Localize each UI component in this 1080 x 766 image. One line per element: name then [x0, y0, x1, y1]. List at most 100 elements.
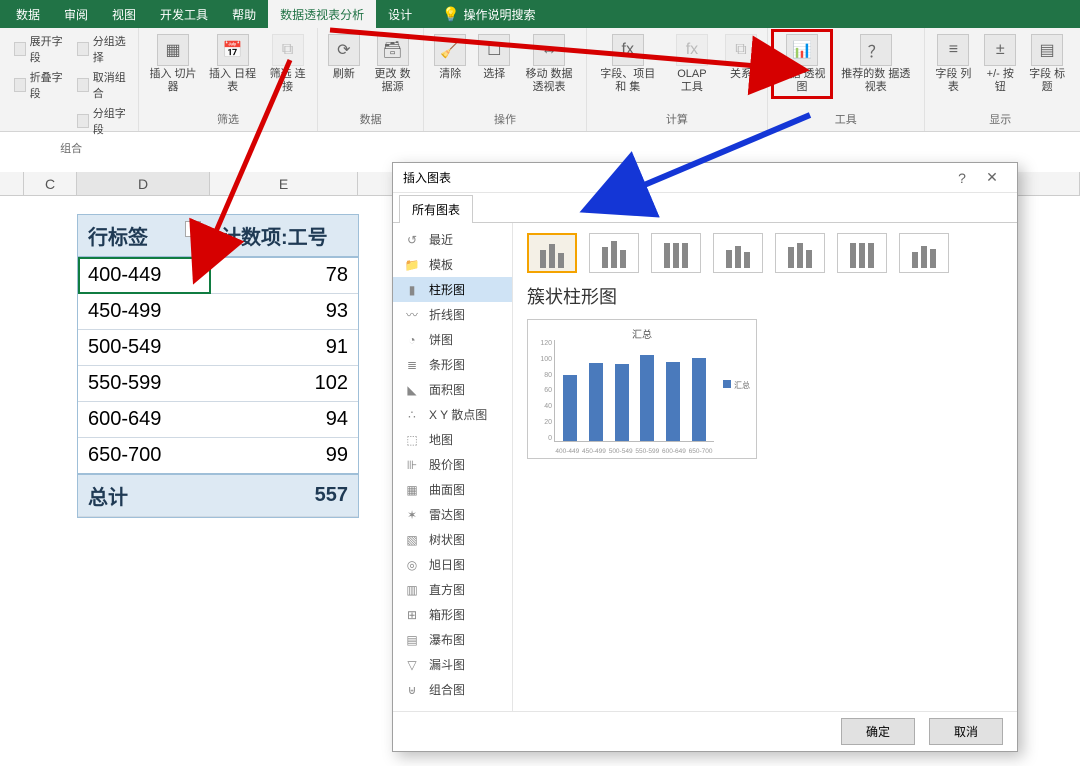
filter-connections-button: ⧉筛选 连接: [264, 32, 311, 96]
group-actions: 🧹清除 ☐选择 ↔移动 数据透视表 操作: [424, 28, 586, 131]
col-header-e[interactable]: E: [210, 172, 358, 195]
group-tools: 📊数据 透视图 ？推荐的数 据透视表 工具: [768, 28, 925, 131]
plus-minus-button[interactable]: ±+/- 按钮: [980, 32, 1020, 96]
subtype-title: 簇状柱形图: [527, 283, 1003, 309]
pivot-table[interactable]: 行标签 ▾ 计数项:工号 400-44978450-49993500-54991…: [77, 214, 359, 518]
pivot-row[interactable]: 550-599102: [78, 366, 358, 402]
chart-type-item[interactable]: ◣面积图: [393, 377, 512, 402]
dialog-help-button[interactable]: ?: [947, 170, 977, 186]
chart-type-icon: ◔: [403, 333, 421, 347]
chart-type-item[interactable]: ⊪股价图: [393, 452, 512, 477]
pivot-chart-button[interactable]: 📊数据 透视图: [774, 32, 830, 96]
chart-type-item[interactable]: ▤瀑布图: [393, 627, 512, 652]
chart-type-item[interactable]: ✶雷达图: [393, 502, 512, 527]
slicer-icon: ▦: [157, 34, 189, 66]
fields-items-sets-button[interactable]: fx字段、项目和 集: [593, 32, 663, 96]
row-label-dropdown[interactable]: ▾: [185, 221, 201, 237]
chart-type-item[interactable]: 📁模板: [393, 252, 512, 277]
subtype-3d-100-stacked[interactable]: [837, 233, 887, 273]
chart-type-icon: ▥: [403, 583, 421, 597]
tab-help[interactable]: 帮助: [220, 0, 268, 28]
move-pivot-button[interactable]: ↔移动 数据透视表: [518, 32, 579, 96]
pivot-row[interactable]: 450-49993: [78, 294, 358, 330]
chart-subtype-panel: 簇状柱形图 汇总 120100806040200 400-449450-4995…: [513, 223, 1017, 711]
chart-type-item[interactable]: ◔饼图: [393, 327, 512, 352]
dialog-tab-all[interactable]: 所有图表: [399, 195, 473, 223]
group-label-data: 数据: [324, 109, 417, 131]
group-label-actions: 操作: [430, 109, 579, 131]
expand-icon: [14, 42, 26, 56]
clear-icon: 🧹: [434, 34, 466, 66]
tab-view[interactable]: 视图: [100, 0, 148, 28]
subtype-100-stacked-column[interactable]: [651, 233, 701, 273]
pivot-row[interactable]: 650-70099: [78, 438, 358, 475]
chart-type-item[interactable]: ⊞箱形图: [393, 602, 512, 627]
change-data-source-button[interactable]: 🗃更改 数据源: [368, 32, 417, 96]
select-icon: ☐: [478, 34, 510, 66]
subtype-3d-column[interactable]: [899, 233, 949, 273]
subtype-clustered-column[interactable]: [527, 233, 577, 273]
plus-minus-icon: ±: [984, 34, 1016, 66]
chart-type-item[interactable]: ∴X Y 散点图: [393, 402, 512, 427]
collapse-field-button[interactable]: 折叠字段: [10, 68, 69, 102]
col-header-d[interactable]: D: [77, 172, 210, 195]
subtype-3d-clustered[interactable]: [713, 233, 763, 273]
recommended-pivot-button[interactable]: ？推荐的数 据透视表: [834, 32, 917, 96]
chart-preview[interactable]: 汇总 120100806040200 400-449450-499500-549…: [527, 319, 757, 459]
tab-data[interactable]: 数据: [4, 0, 52, 28]
recommended-icon: ？: [860, 34, 892, 66]
field-list-icon: ≡: [937, 34, 969, 66]
clear-button[interactable]: 🧹清除: [430, 32, 470, 83]
field-headers-button[interactable]: ▤字段 标题: [1024, 32, 1070, 96]
pivot-value-header: 计数项:工号: [211, 215, 358, 257]
pivot-row[interactable]: 400-44978: [78, 257, 358, 294]
ungroup-button[interactable]: 取消组合: [73, 68, 132, 102]
select-button[interactable]: ☐选择: [474, 32, 514, 83]
insert-slicer-button[interactable]: ▦插入 切片器: [145, 32, 201, 96]
chart-type-item[interactable]: ▦曲面图: [393, 477, 512, 502]
cancel-button[interactable]: 取消: [929, 718, 1003, 745]
chart-type-item[interactable]: ⬚地图: [393, 427, 512, 452]
chart-type-item[interactable]: ↺最近: [393, 227, 512, 252]
dialog-close-button[interactable]: ✕: [977, 169, 1007, 186]
data-source-icon: 🗃: [377, 34, 409, 66]
expand-field-button[interactable]: 展开字段: [10, 32, 69, 66]
chart-type-icon: ⊎: [403, 683, 421, 697]
field-headers-icon: ▤: [1031, 34, 1063, 66]
chart-type-icon: 〰: [403, 308, 421, 322]
ok-button[interactable]: 确定: [841, 718, 915, 745]
subtype-3d-stacked[interactable]: [775, 233, 825, 273]
tab-pivottable-analyze[interactable]: 数据透视表分析: [268, 0, 376, 28]
relationships-button: ⧉关系: [721, 32, 761, 83]
chart-type-item[interactable]: ▽漏斗图: [393, 652, 512, 677]
pivot-row[interactable]: 600-64994: [78, 402, 358, 438]
pivot-row-label-header[interactable]: 行标签 ▾: [78, 215, 211, 257]
chart-type-item[interactable]: ▧树状图: [393, 527, 512, 552]
col-header-c[interactable]: C: [24, 172, 77, 195]
field-list-button[interactable]: ≡字段 列表: [931, 32, 977, 96]
tell-me-search[interactable]: 💡 操作说明搜索: [430, 0, 547, 28]
group-show: ≡字段 列表 ±+/- 按钮 ▤字段 标题 显示: [925, 28, 1076, 131]
insert-timeline-button[interactable]: 📅插入 日程表: [205, 32, 261, 96]
group-label-calc: 计算: [593, 109, 761, 131]
subtype-stacked-column[interactable]: [589, 233, 639, 273]
tab-review[interactable]: 审阅: [52, 0, 100, 28]
refresh-button[interactable]: ⟳刷新: [324, 32, 364, 83]
chart-type-icon: ◎: [403, 558, 421, 572]
chart-type-icon: ▤: [403, 633, 421, 647]
relations-icon: ⧉: [725, 34, 757, 66]
chart-type-item[interactable]: ▮柱形图: [393, 277, 512, 302]
chart-type-item[interactable]: 〰折线图: [393, 302, 512, 327]
tab-design[interactable]: 设计: [376, 0, 424, 28]
chart-type-item[interactable]: ▥直方图: [393, 577, 512, 602]
tab-devtools[interactable]: 开发工具: [148, 0, 220, 28]
group-selection-button[interactable]: 分组选择: [73, 32, 132, 66]
group-sel-icon: [77, 42, 89, 56]
chart-type-icon: ▮: [403, 283, 421, 297]
chart-type-item[interactable]: ◎旭日图: [393, 552, 512, 577]
chart-type-list[interactable]: ↺最近📁模板▮柱形图〰折线图◔饼图≣条形图◣面积图∴X Y 散点图⬚地图⊪股价图…: [393, 223, 513, 711]
chart-type-item[interactable]: ⊎组合图: [393, 677, 512, 702]
pivot-row[interactable]: 500-54991: [78, 330, 358, 366]
chart-type-item[interactable]: ≣条形图: [393, 352, 512, 377]
dialog-tabs: 所有图表: [393, 193, 1017, 223]
